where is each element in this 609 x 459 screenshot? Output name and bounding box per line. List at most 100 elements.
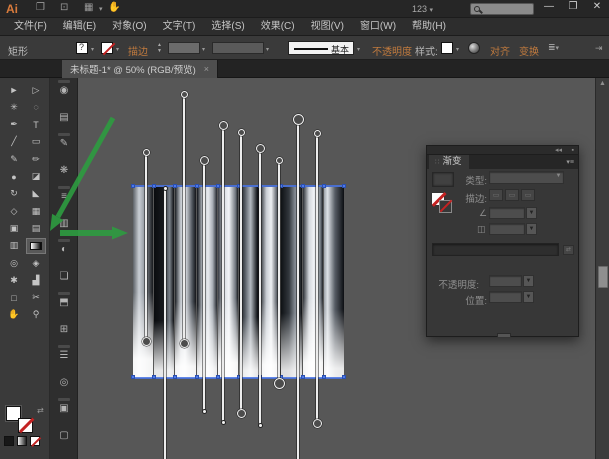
gradient-annotator-line[interactable] <box>222 125 224 422</box>
gradient-annotator-line[interactable] <box>183 94 185 343</box>
opacity-link[interactable]: 不透明度 <box>372 43 412 58</box>
search-input[interactable] <box>470 3 534 15</box>
stroke-along-button[interactable]: ▭ <box>505 189 519 201</box>
color-panel-icon[interactable]: ◉ <box>56 84 72 98</box>
slice-tool[interactable]: ✂ <box>26 290 46 306</box>
anchor-point[interactable] <box>321 184 326 188</box>
blend-tool[interactable]: ◈ <box>26 255 46 271</box>
gradient-panel-icon[interactable]: ▥ <box>56 217 72 231</box>
layers-panel-icon[interactable]: ❏ <box>56 270 72 284</box>
gradient-endpoint-circle[interactable] <box>199 155 209 165</box>
gradient-bar[interactable] <box>175 187 196 378</box>
lasso-tool[interactable]: ◌ <box>26 99 46 115</box>
brush-definition-select[interactable]: 基本 <box>288 41 354 55</box>
type-tool[interactable]: T <box>26 117 46 133</box>
align-link[interactable]: 对齐 <box>490 43 510 58</box>
selection-tool[interactable]: ► <box>4 82 24 98</box>
menu-H[interactable]: 帮助(H) <box>404 18 454 35</box>
gradient-endpoint-circle[interactable] <box>275 156 283 164</box>
appearance-panel-icon[interactable]: ◎ <box>56 376 72 390</box>
scrollbar-thumb[interactable] <box>598 266 608 288</box>
width-tool[interactable]: ◇ <box>4 203 24 219</box>
gradient-annotator-line[interactable] <box>203 160 205 411</box>
menu-T[interactable]: 文字(T) <box>155 18 204 35</box>
align-panel-icon[interactable]: ☰ <box>56 349 72 363</box>
angle-caret[interactable]: ▼ <box>526 207 537 219</box>
gradient-annotator-line[interactable] <box>145 152 147 341</box>
stroke-weight-stepper[interactable]: ▲ ▼ <box>157 42 162 54</box>
pen-tool[interactable]: ✒ <box>4 117 24 133</box>
artboard-tool[interactable]: □ <box>4 290 24 306</box>
stroke-dropdown-caret[interactable]: ▾ <box>116 46 119 53</box>
menu-S[interactable]: 选择(S) <box>203 18 252 35</box>
tab-close-icon[interactable]: × <box>204 64 209 74</box>
canvas-area[interactable]: ⇄ ▣ ▣ ▣ ⬓ ? ►▷✳◌✒T╱▭✎✏●◪↻◣◇▦▣▤▥◎◈✱▟□✂✋⚲ … <box>0 78 609 459</box>
angle-input[interactable] <box>489 207 525 219</box>
stroke-proxy[interactable] <box>18 418 33 433</box>
fill-swatch[interactable]: ? <box>76 42 88 54</box>
maximize-button[interactable]: ❐ <box>565 1 581 12</box>
gradient-endpoint-circle[interactable] <box>292 113 304 125</box>
menu-F[interactable]: 文件(F) <box>6 18 55 35</box>
gradient-endpoint-circle[interactable] <box>236 408 246 418</box>
anchor-point[interactable] <box>300 375 305 379</box>
anchor-point[interactable] <box>173 184 178 188</box>
gradient-bar[interactable] <box>302 187 323 378</box>
panel-drag-bar[interactable]: ◂◂ ▪ <box>427 146 578 155</box>
menu-V[interactable]: 视图(V) <box>303 18 352 35</box>
gradient-endpoint-dot[interactable] <box>220 419 226 425</box>
paintbrush-tool[interactable]: ✎ <box>4 151 24 167</box>
direct-selection-tool[interactable]: ▷ <box>26 82 46 98</box>
anchor-point[interactable] <box>152 375 157 379</box>
anchor-point[interactable] <box>342 375 347 379</box>
chevron-down-icon[interactable]: ▾ <box>99 5 103 13</box>
aspect-ratio-input[interactable] <box>489 223 525 235</box>
symbol-sprayer-tool[interactable]: ✱ <box>4 272 24 288</box>
gradient-annotator-line[interactable] <box>278 160 280 383</box>
gradient-endpoint-circle[interactable] <box>218 120 228 130</box>
panel-menu-icon[interactable]: ▾≡ <box>566 158 574 166</box>
menu-W[interactable]: 窗口(W) <box>352 18 404 35</box>
anchor-point[interactable] <box>215 375 220 379</box>
type-caret[interactable]: ▼ <box>553 171 564 183</box>
gradient-slider[interactable] <box>432 243 559 256</box>
anchor-point[interactable] <box>131 184 135 188</box>
vertical-scrollbar[interactable]: ▲ <box>595 78 609 459</box>
zoom-tool[interactable]: ⚲ <box>26 307 46 323</box>
aspect-ratio-caret[interactable]: ▼ <box>526 223 537 235</box>
anchor-point[interactable] <box>194 184 199 188</box>
pencil-tool[interactable]: ✏ <box>26 151 46 167</box>
workspace-switcher[interactable]: 123 ▾ <box>412 4 433 14</box>
gradient-bar[interactable] <box>239 187 260 378</box>
none-button[interactable] <box>30 436 40 446</box>
stop-location-caret[interactable]: ▼ <box>523 291 534 303</box>
bridge-icon[interactable]: ❒ <box>36 2 45 13</box>
gradient-endpoint-circle[interactable] <box>312 418 322 428</box>
swatches-panel-icon[interactable]: ▤ <box>56 111 72 125</box>
reverse-gradient-icon[interactable]: ⇄ <box>563 245 574 255</box>
stop-opacity-caret[interactable]: ▼ <box>523 275 534 287</box>
gradient-endpoint-dot[interactable] <box>201 408 207 414</box>
blob-brush-tool[interactable]: ● <box>4 169 24 185</box>
width-profile-caret[interactable]: ▾ <box>266 46 269 53</box>
panel-resize-handle[interactable] <box>497 333 511 337</box>
stroke-weight-select[interactable] <box>168 42 200 54</box>
stroke-within-button[interactable]: ▭ <box>489 189 503 201</box>
tab-gradient[interactable]: ∷ 渐变 <box>429 155 470 169</box>
rotate-tool[interactable]: ↻ <box>4 186 24 202</box>
anchor-point[interactable] <box>173 375 178 379</box>
cs-live-icon[interactable]: ✋ <box>108 2 120 13</box>
dock-control-icon[interactable]: ⇥ <box>595 43 603 54</box>
pathfinder-panel-icon[interactable]: ⬒ <box>56 296 72 310</box>
column-graph-tool[interactable]: ▟ <box>26 272 46 288</box>
anchor-point[interactable] <box>321 375 326 379</box>
line-segment-tool[interactable]: ╱ <box>4 134 24 150</box>
artboards-panel-icon[interactable]: ▢ <box>56 429 72 443</box>
gradient-endpoint-circle[interactable] <box>237 128 245 136</box>
free-transform-tool[interactable]: ▦ <box>26 203 46 219</box>
gradient-endpoint-circle[interactable] <box>142 148 150 156</box>
transform-panel-icon[interactable]: ⊞ <box>56 323 72 337</box>
menu-O[interactable]: 对象(O) <box>104 18 154 35</box>
anchor-point[interactable] <box>215 184 220 188</box>
gradient-button[interactable] <box>17 436 27 446</box>
